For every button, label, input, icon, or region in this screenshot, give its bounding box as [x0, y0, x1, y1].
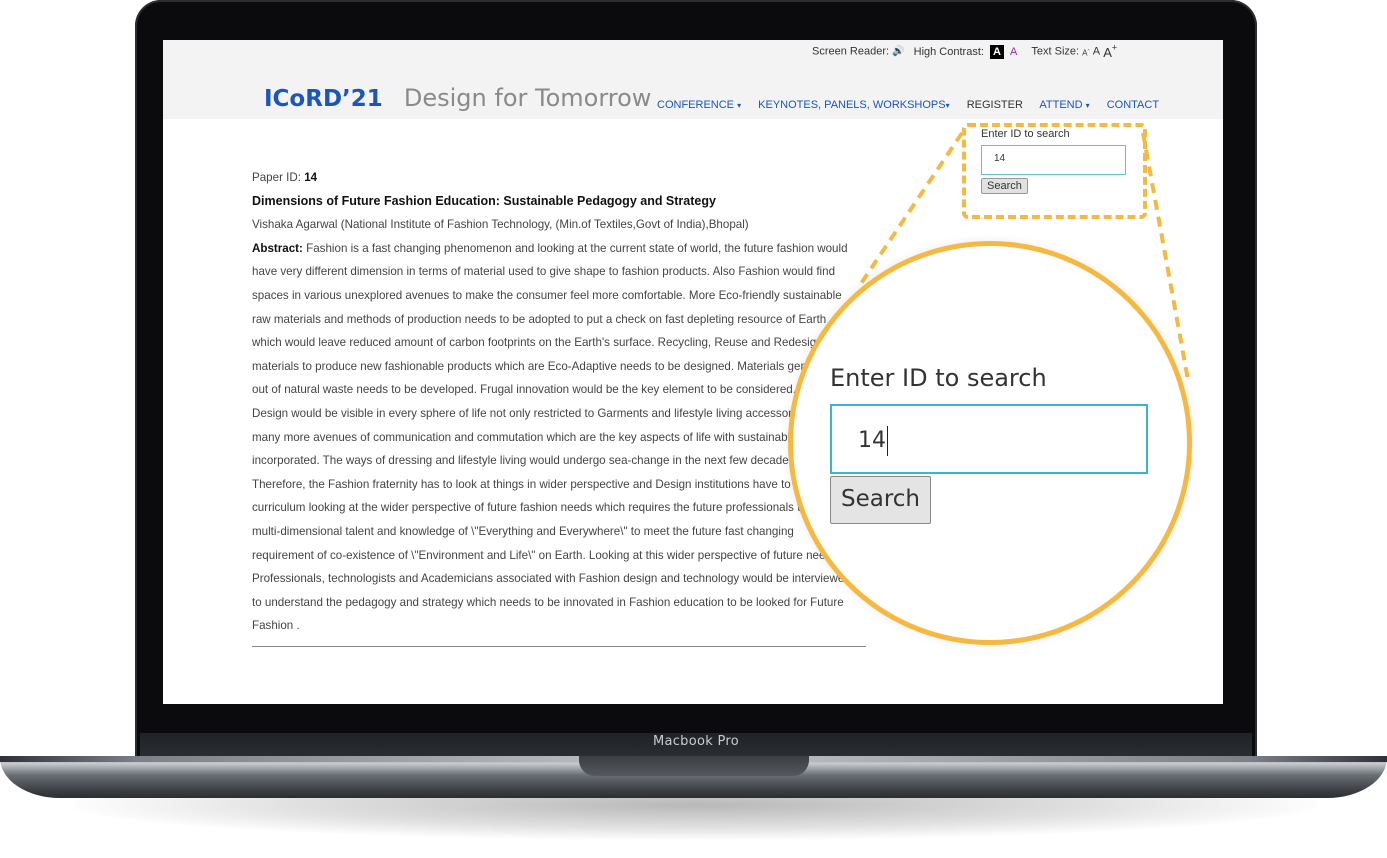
text-cursor — [887, 426, 888, 456]
callout-highlight-box — [962, 123, 1147, 219]
zoom-callout: Enter ID to search 14 Search — [788, 241, 1192, 645]
callout-search-button[interactable]: Search — [830, 476, 931, 524]
callout-search-label: Enter ID to search — [830, 364, 1047, 392]
callout-search-input[interactable]: 14 — [830, 404, 1148, 474]
